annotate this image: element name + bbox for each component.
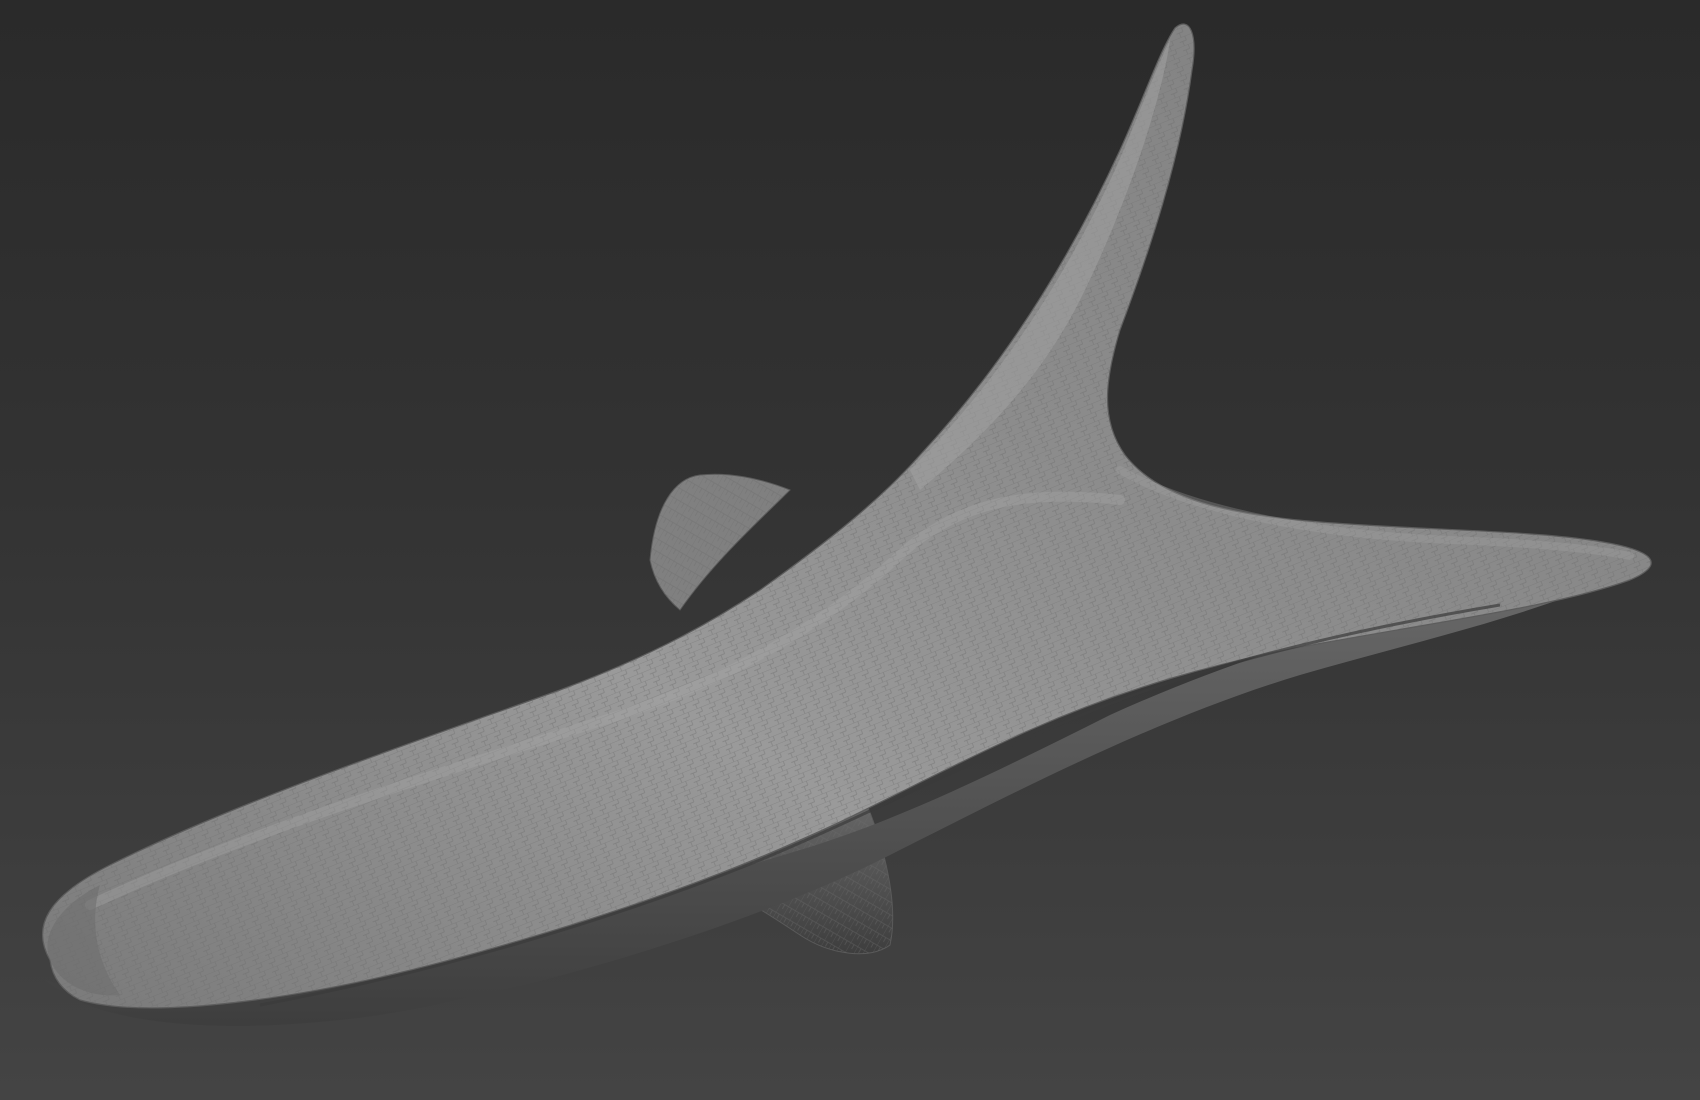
viewport-canvas[interactable] [0,0,1700,1100]
3d-viewport[interactable] [0,0,1700,1100]
